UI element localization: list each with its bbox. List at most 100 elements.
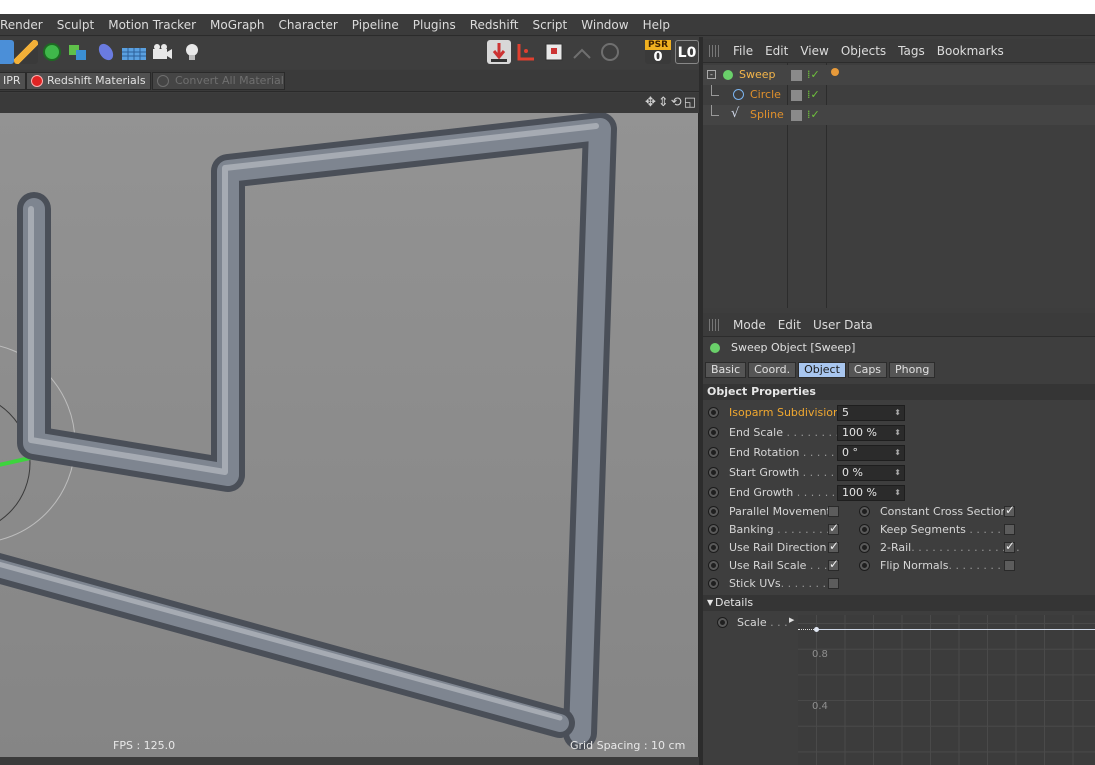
timeline-ruler[interactable] [0, 757, 702, 765]
two-rail-checkbox[interactable] [1004, 539, 1015, 553]
menu-plugins[interactable]: Plugins [406, 18, 463, 32]
constant-cross-section-checkbox[interactable] [1004, 503, 1015, 517]
animate-radio[interactable] [859, 560, 870, 571]
layer-square[interactable] [791, 70, 802, 81]
menu-script[interactable]: Script [525, 18, 574, 32]
isoparm-input[interactable]: 5 ⬍ [837, 405, 905, 421]
animate-radio[interactable] [708, 427, 719, 438]
camera-icon[interactable] [150, 40, 174, 64]
am-menu-mode[interactable]: Mode [727, 318, 772, 332]
spinner-icon[interactable]: ⬍ [894, 466, 901, 480]
end-scale-input[interactable]: 100 % ⬍ [837, 425, 905, 441]
animate-radio[interactable] [708, 578, 719, 589]
subdivision-icon[interactable] [40, 40, 64, 64]
menu-window[interactable]: Window [574, 18, 635, 32]
menu-help[interactable]: Help [636, 18, 677, 32]
use-rail-scale-checkbox[interactable] [828, 557, 839, 571]
animate-radio[interactable] [708, 506, 719, 517]
collapse-icon[interactable]: - [707, 70, 716, 79]
menu-mograph[interactable]: MoGraph [203, 18, 272, 32]
am-menu-user-data[interactable]: User Data [807, 318, 879, 332]
tab-caps[interactable]: Caps [847, 362, 888, 378]
graph-point[interactable] [814, 627, 819, 632]
menu-redshift[interactable]: Redshift [463, 18, 526, 32]
grip-icon[interactable] [709, 44, 721, 57]
move-view-icon[interactable]: ✥ [645, 95, 656, 110]
pen-icon[interactable] [14, 40, 38, 64]
menu-sculpt[interactable]: Sculpt [50, 18, 101, 32]
use-rail-direction-checkbox[interactable] [828, 539, 839, 553]
animate-radio[interactable] [708, 542, 719, 553]
object-row-circle[interactable]: Circle ⁞✓ [703, 85, 1095, 105]
toggle-view-icon[interactable]: ◱ [684, 95, 696, 110]
grip-icon[interactable] [709, 318, 721, 331]
object-name-sweep[interactable]: Sweep [739, 65, 776, 85]
animate-radio[interactable] [708, 447, 719, 458]
om-menu-edit[interactable]: Edit [759, 44, 794, 58]
enable-check[interactable]: ⁞✓ [807, 105, 820, 125]
animate-radio[interactable] [859, 524, 870, 535]
section-details[interactable]: ▼ Details [703, 595, 1095, 611]
om-menu-tags[interactable]: Tags [892, 44, 931, 58]
cube-icon[interactable] [0, 40, 14, 64]
tab-object[interactable]: Object [798, 362, 846, 378]
animate-radio[interactable] [859, 542, 870, 553]
menu-pipeline[interactable]: Pipeline [345, 18, 406, 32]
enable-check[interactable]: ⁞✓ [807, 85, 820, 105]
object-row-spline[interactable]: √ Spline ⁞✓ [703, 105, 1095, 125]
dolly-view-icon[interactable]: ⇕ [658, 95, 669, 110]
end-growth-input[interactable]: 100 % ⬍ [837, 485, 905, 501]
locked-workplane-icon[interactable] [598, 40, 622, 64]
phong-tag-icon[interactable] [831, 68, 839, 76]
scale-spline-graph[interactable]: 0.8 0.4 [798, 615, 1095, 765]
end-rotation-input[interactable]: 0 ° ⬍ [837, 445, 905, 461]
animate-radio[interactable] [708, 524, 719, 535]
om-menu-bookmarks[interactable]: Bookmarks [931, 44, 1010, 58]
animate-radio[interactable] [859, 506, 870, 517]
animate-radio[interactable] [708, 487, 719, 498]
animate-radio[interactable] [708, 467, 719, 478]
rotate-view-icon[interactable]: ⟲ [671, 95, 682, 110]
menu-motion-tracker[interactable]: Motion Tracker [101, 18, 203, 32]
array-icon[interactable] [66, 40, 90, 64]
floor-icon[interactable] [121, 40, 146, 64]
psr-button[interactable]: PSR 0 [645, 40, 671, 65]
om-menu-view[interactable]: View [794, 44, 834, 58]
animate-radio[interactable] [708, 407, 719, 418]
parallel-movement-checkbox[interactable] [828, 506, 839, 517]
workplane-icon[interactable] [543, 40, 567, 64]
spinner-icon[interactable]: ⬍ [894, 406, 901, 420]
tab-coord[interactable]: Coord. [748, 362, 797, 378]
tab-phong[interactable]: Phong [889, 362, 936, 378]
enable-check[interactable]: ⁞✓ [807, 65, 820, 85]
om-menu-file[interactable]: File [727, 44, 759, 58]
light-icon[interactable] [180, 40, 204, 64]
object-row-sweep[interactable]: - Sweep ⁞✓ [703, 65, 1095, 85]
expand-arrow-icon[interactable]: ▶ [789, 616, 794, 624]
spinner-icon[interactable]: ⬍ [894, 486, 901, 500]
quantize-icon[interactable] [570, 40, 594, 64]
spinner-icon[interactable]: ⬍ [894, 446, 901, 460]
stick-uvs-checkbox[interactable] [828, 578, 839, 589]
layer-button[interactable]: L0 [675, 40, 699, 64]
animate-radio[interactable] [708, 560, 719, 571]
object-name-spline[interactable]: Spline [750, 105, 784, 125]
convert-all-material-button[interactable]: Convert All Material [152, 72, 285, 90]
spinner-icon[interactable]: ⬍ [894, 426, 901, 440]
deformer-icon[interactable] [94, 40, 118, 64]
ipr-button[interactable]: IPR [0, 72, 26, 90]
enable-axis-icon[interactable] [487, 40, 511, 64]
tab-basic[interactable]: Basic [705, 362, 747, 378]
layer-square[interactable] [791, 90, 802, 101]
am-menu-edit[interactable]: Edit [772, 318, 807, 332]
animate-radio[interactable] [717, 617, 728, 628]
redshift-materials-button[interactable]: Redshift Materials [26, 72, 151, 90]
start-growth-input[interactable]: 0 % ⬍ [837, 465, 905, 481]
3d-viewport[interactable]: FPS : 125.0 Grid Spacing : 10 cm [0, 113, 699, 757]
layer-square[interactable] [791, 110, 802, 121]
snap-icon[interactable] [514, 40, 538, 64]
flip-normals-checkbox[interactable] [1004, 560, 1015, 571]
om-menu-objects[interactable]: Objects [835, 44, 892, 58]
banking-checkbox[interactable] [828, 521, 839, 535]
keep-segments-checkbox[interactable] [1004, 524, 1015, 535]
